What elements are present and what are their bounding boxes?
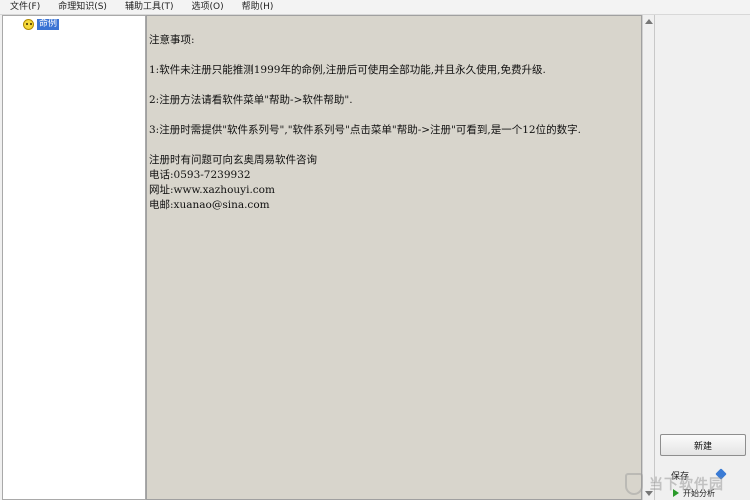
contact-website: 网址:www.xazhouyi.com (149, 184, 275, 196)
menu-help[interactable]: 帮助(H) (232, 0, 282, 14)
watermark: 当下软件园 (625, 470, 747, 498)
notice-heading: 注意事项: (149, 34, 195, 46)
menu-file[interactable]: 文件(F) (0, 0, 48, 14)
watermark-text: 当下软件园 (649, 477, 724, 493)
menu-knowledge[interactable]: 命理知识(S) (48, 0, 115, 14)
notice-line-3: 3:注册时需提供"软件系列号","软件系列号"点击菜单"帮助->注册"可看到,是… (149, 124, 581, 136)
new-button[interactable]: 新建 (660, 434, 746, 456)
notice-line-2: 2:注册方法请看软件菜单"帮助->软件帮助". (149, 94, 353, 106)
menu-tools[interactable]: 辅助工具(T) (115, 0, 182, 14)
notice-text-area[interactable]: 注意事项: 1:软件未注册只能推测1999年的命例,注册后可使用全部功能,并且永… (146, 15, 642, 500)
tree-node-label: 命例 (37, 19, 60, 30)
menu-options[interactable]: 选项(O) (181, 0, 231, 14)
contact-heading: 注册时有问题可向玄奥周易软件咨询 (149, 154, 317, 166)
shield-icon (625, 473, 643, 495)
tree-node-case[interactable]: 命例 (23, 19, 60, 30)
notice-line-1: 1:软件未注册只能推测1999年的命例,注册后可使用全部功能,并且永久使用,免费… (149, 64, 546, 76)
scroll-up-icon[interactable] (645, 19, 653, 24)
vertical-scrollbar[interactable] (642, 15, 654, 500)
contact-email: 电邮:xuanao@sina.com (149, 199, 270, 211)
action-panel: 新建 保存 开始分析 (654, 15, 750, 500)
contact-phone: 电话:0593-7239932 (149, 169, 251, 181)
tree-panel: 命例 (2, 15, 146, 500)
menu-bar: 文件(F) 命理知识(S) 辅助工具(T) 选项(O) 帮助(H) (0, 0, 750, 15)
smiley-icon (23, 19, 34, 30)
